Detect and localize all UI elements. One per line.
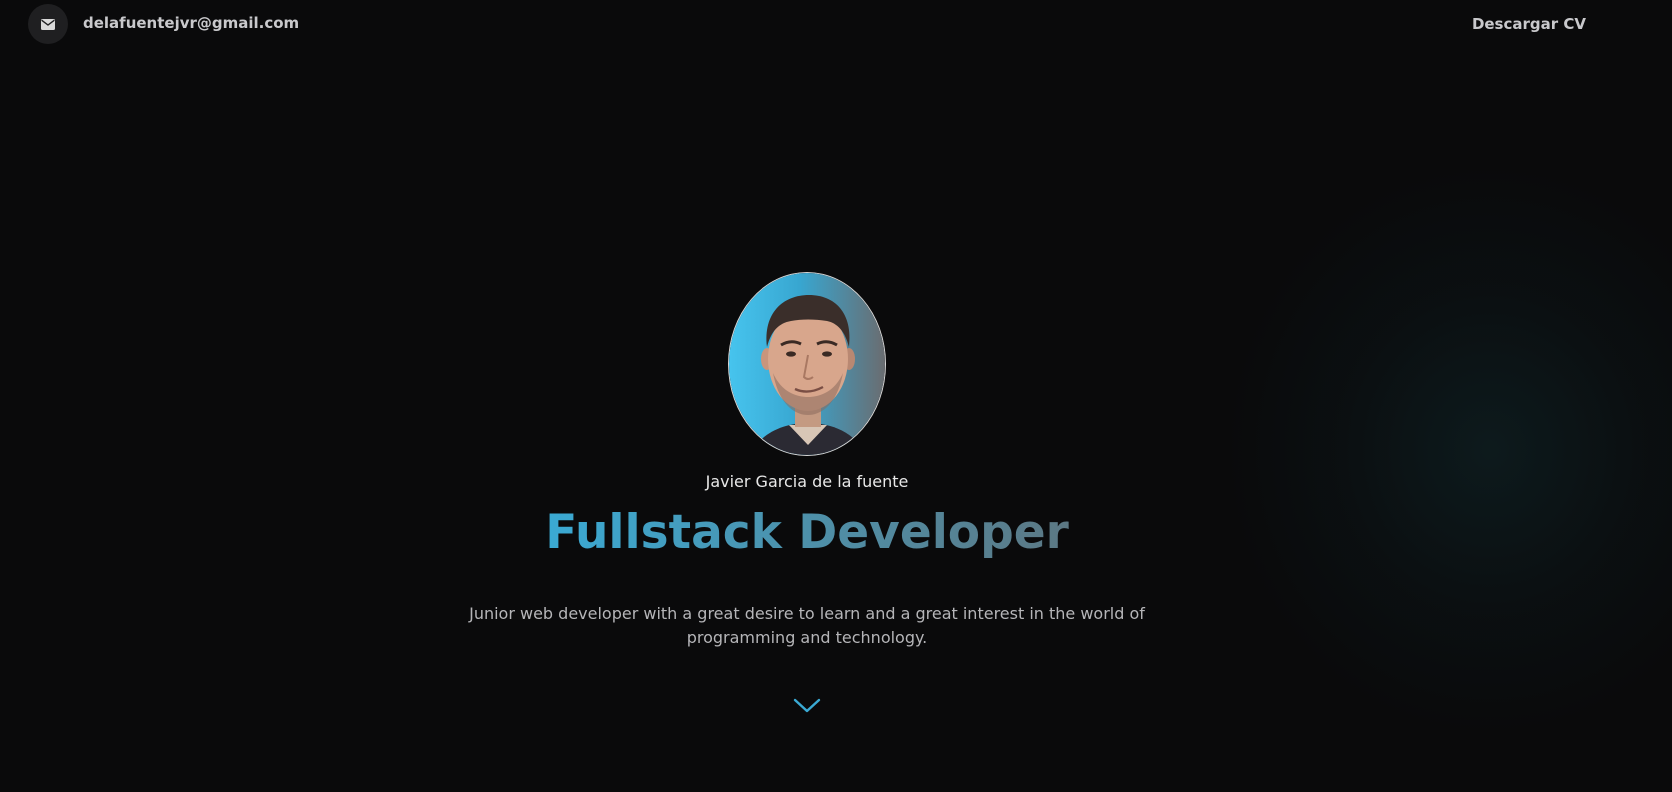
email-button[interactable] bbox=[28, 4, 68, 44]
scroll-down-button[interactable] bbox=[792, 696, 822, 716]
avatar bbox=[728, 272, 886, 456]
hero-description: Junior web developer with a great desire… bbox=[469, 604, 1145, 648]
page-title: Fullstack Developer bbox=[545, 505, 1069, 560]
top-bar: delafuentejvr@gmail.com Descargar CV bbox=[0, 0, 1672, 48]
page: delafuentejvr@gmail.com Descargar CV Jav… bbox=[0, 0, 1672, 792]
person-name: Javier Garcia de la fuente bbox=[705, 472, 909, 491]
hero-section: Javier Garcia de la fuente Fullstack Dev… bbox=[0, 272, 1614, 716]
chevron-down-icon bbox=[792, 699, 822, 720]
download-cv-link[interactable]: Descargar CV bbox=[1472, 15, 1586, 33]
email-link[interactable]: delafuentejvr@gmail.com bbox=[83, 14, 299, 32]
envelope-icon bbox=[41, 15, 55, 34]
